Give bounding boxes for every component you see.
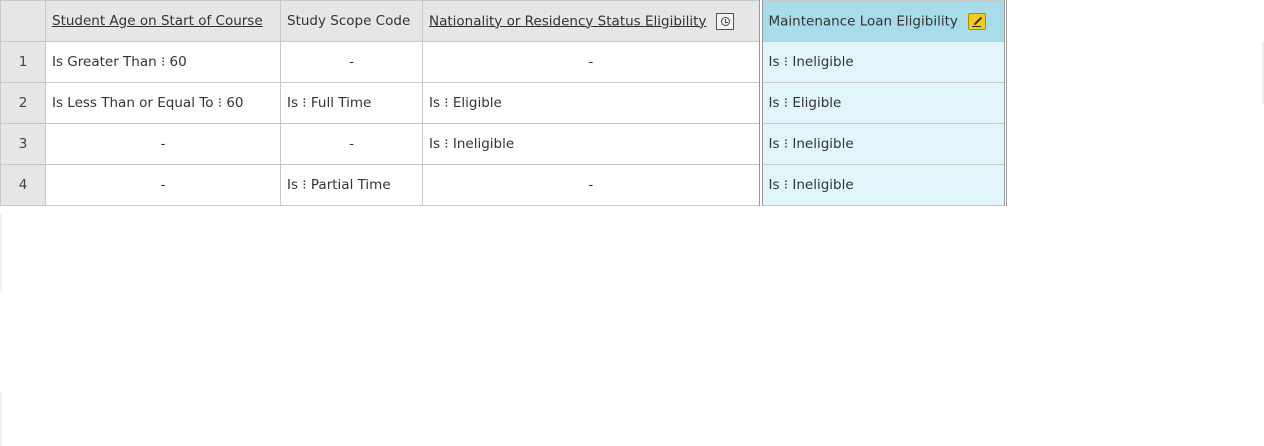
table-cell[interactable]: -	[422, 164, 761, 206]
column-header-nationality[interactable]: Nationality or Residency Status Eligibil…	[422, 0, 761, 42]
table-cell[interactable]: Is Less Than or Equal To ⁝ 60	[45, 82, 281, 124]
table-cell[interactable]: -	[45, 123, 281, 165]
row-index: 2	[0, 82, 46, 124]
row-index: 4	[0, 164, 46, 206]
header-row: Student Age on Start of Course Study Sco…	[0, 0, 1007, 42]
table-cell-output[interactable]: Is ⁝ Ineligible	[758, 164, 1007, 206]
column-header-label: Study Scope Code	[287, 13, 411, 29]
table-cell-output[interactable]: Is ⁝ Ineligible	[758, 41, 1007, 83]
column-header-student-age[interactable]: Student Age on Start of Course	[45, 0, 281, 42]
left-edge-divider	[0, 214, 2, 292]
table-cell-output[interactable]: Is ⁝ Eligible	[758, 82, 1007, 124]
table-row: 2 Is Less Than or Equal To ⁝ 60 Is ⁝ Ful…	[0, 82, 1007, 124]
column-header-maintenance-loan: Maintenance Loan Eligibility	[758, 0, 1007, 42]
table-cell[interactable]: -	[45, 164, 281, 206]
table-cell[interactable]: Is ⁝ Partial Time	[280, 164, 423, 206]
table-cell[interactable]: -	[280, 123, 423, 165]
decision-table-page: Student Age on Start of Course Study Sco…	[0, 0, 1264, 446]
table-cell-output[interactable]: Is ⁝ Ineligible	[758, 123, 1007, 165]
table-cell[interactable]: Is Greater Than ⁝ 60	[45, 41, 281, 83]
decision-table: Student Age on Start of Course Study Sco…	[0, 0, 1007, 206]
history-icon[interactable]	[716, 12, 735, 30]
column-header-study-scope: Study Scope Code	[280, 0, 423, 42]
left-edge-divider	[0, 392, 2, 446]
column-header-label[interactable]: Nationality or Residency Status Eligibil…	[429, 13, 706, 29]
column-header-label[interactable]: Student Age on Start of Course	[52, 13, 263, 29]
column-header-label: Maintenance Loan Eligibility	[768, 13, 958, 29]
edit-icon[interactable]	[967, 12, 986, 30]
row-index: 3	[0, 123, 46, 165]
row-index-header	[0, 0, 46, 42]
table-cell[interactable]: Is ⁝ Ineligible	[422, 123, 761, 165]
table-row: 4 - Is ⁝ Partial Time - Is ⁝ Ineligible	[0, 164, 1007, 206]
table-cell[interactable]: Is ⁝ Eligible	[422, 82, 761, 124]
table-cell[interactable]: -	[422, 41, 761, 83]
table-cell[interactable]: Is ⁝ Full Time	[280, 82, 423, 124]
table-row: 1 Is Greater Than ⁝ 60 - - Is ⁝ Ineligib…	[0, 41, 1007, 83]
row-index: 1	[0, 41, 46, 83]
table-row: 3 - - Is ⁝ Ineligible Is ⁝ Ineligible	[0, 123, 1007, 165]
table-cell[interactable]: -	[280, 41, 423, 83]
